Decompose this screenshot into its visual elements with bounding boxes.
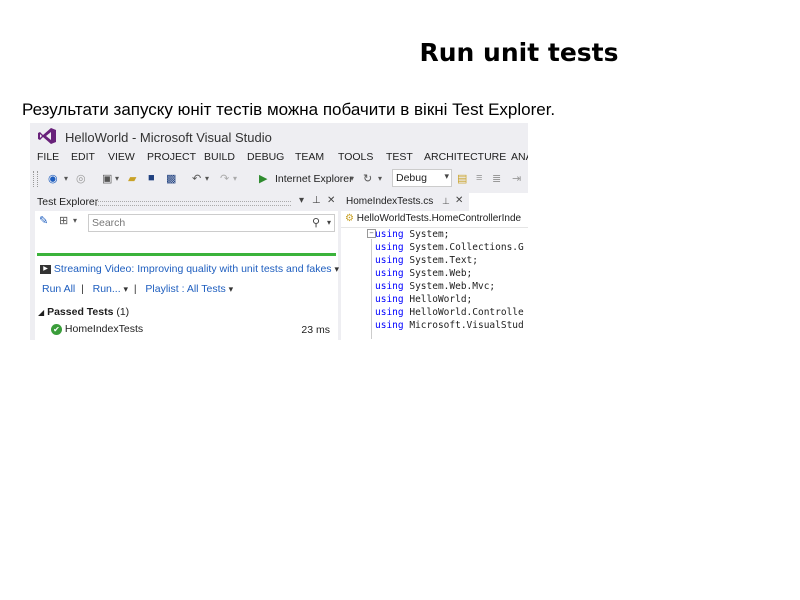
menu-project[interactable]: PROJECT — [147, 151, 196, 163]
run-target-dropdown-icon[interactable]: ▾ — [350, 174, 354, 183]
menu-edit[interactable]: EDIT — [71, 151, 95, 163]
comment-out-icon[interactable]: ≡ — [476, 172, 482, 184]
test-explorer-body: ✎ ⊞ ▾ Search ⚲ ▾ ▶ Streaming Video: Impr… — [35, 211, 339, 340]
menu-test[interactable]: TEST — [386, 151, 413, 163]
search-placeholder: Search — [92, 217, 126, 229]
close-icon[interactable]: ✕ — [455, 195, 463, 206]
code-line: using Microsoft.VisualStud — [375, 320, 524, 331]
close-icon[interactable]: ✕ — [327, 195, 335, 206]
visual-studio-logo-icon — [38, 128, 56, 144]
test-explorer-panel: Test Explorer ▾ ⊥ ✕ ✎ ⊞ ▾ Search ⚲ ▾ ▶ S… — [35, 193, 339, 340]
code-editor: HomeIndexTests.cs ⊥ ✕ ⚙ HelloWorldTests.… — [341, 193, 528, 340]
run-target-button[interactable]: Internet Explorer — [275, 173, 353, 185]
chevron-down-icon: ▾ — [444, 171, 449, 181]
test-explorer-title: Test Explorer — [37, 196, 99, 208]
test-duration: 23 ms — [301, 324, 330, 336]
visual-studio-screenshot: HelloWorld - Microsoft Visual Studio FIL… — [30, 123, 528, 340]
redo-icon[interactable]: ↷ — [220, 172, 229, 185]
code-line: using System.Text; — [375, 255, 478, 266]
group-label: Passed Tests — [47, 306, 114, 318]
indent-icon[interactable]: ⇥ — [512, 172, 521, 185]
menu-file[interactable]: FILE — [37, 151, 59, 163]
slide-subtitle: Результати запуску юніт тестів можна поб… — [22, 100, 556, 119]
streaming-video-link[interactable]: ▶ Streaming Video: Improving quality wit… — [40, 263, 339, 275]
test-name: HomeIndexTests — [64, 323, 144, 335]
menu-view[interactable]: VIEW — [108, 151, 135, 163]
editor-tab[interactable]: HomeIndexTests.cs ⊥ ✕ — [341, 193, 469, 211]
code-line: using System; — [375, 229, 450, 240]
save-all-icon[interactable]: ▩ — [166, 172, 176, 185]
test-status-bar — [37, 253, 336, 256]
passed-check-icon: ✔ — [51, 323, 62, 335]
configuration-select[interactable]: Debug ▾ — [392, 169, 452, 187]
new-project-icon[interactable]: ▣ — [102, 172, 112, 185]
standard-toolbar: ◉ ▾ ◎ ▣ ▾ ▰ ■ ▩ ↶ ▾ ↷ ▾ ▶ Internet Explo… — [30, 168, 528, 190]
separator: | — [78, 283, 90, 295]
window-title: HelloWorld - Microsoft Visual Studio — [65, 130, 272, 145]
new-dropdown-icon[interactable]: ▾ — [115, 174, 119, 183]
run-tests-after-build-icon[interactable]: ✎ — [39, 214, 48, 227]
pin-icon[interactable]: ⊥ — [312, 195, 321, 206]
test-item[interactable]: ✔ HomeIndexTests 23 ms — [51, 323, 336, 336]
search-input[interactable]: Search ⚲ ▾ — [88, 214, 335, 232]
menu-team[interactable]: TEAM — [295, 151, 324, 163]
run-actions: Run All | Run... ▾ | Playlist : All Test… — [42, 283, 233, 295]
configuration-value: Debug — [396, 172, 427, 184]
separator: | — [131, 283, 143, 295]
window-position-icon[interactable]: ▾ — [299, 195, 304, 206]
start-debugging-icon[interactable]: ▶ — [259, 172, 267, 185]
type-navigation-text: HelloWorldTests.HomeControllerInde — [356, 213, 522, 224]
menu-architecture[interactable]: ARCHITECTURE — [424, 151, 506, 163]
group-count: (1) — [116, 306, 130, 318]
type-navigation-label: ⚙ HelloWorldTests.HomeControllerInde — [345, 213, 521, 224]
menu-tools[interactable]: TOOLS — [338, 151, 373, 163]
chevron-down-icon[interactable]: ▾ — [334, 264, 339, 274]
test-explorer-header: Test Explorer ▾ ⊥ ✕ — [35, 193, 338, 211]
code-line: using System.Collections.G — [375, 242, 524, 253]
streaming-video-label: Streaming Video: Improving quality with … — [53, 263, 332, 275]
menu-analyze[interactable]: ANA — [511, 151, 528, 163]
expand-triangle-icon[interactable]: ◢ — [38, 308, 44, 317]
code-area[interactable]: − using System; using System.Collections… — [341, 229, 528, 340]
search-options-icon[interactable]: ▾ — [327, 218, 331, 227]
code-line: using System.Web.Mvc; — [375, 281, 496, 292]
save-icon[interactable]: ■ — [148, 172, 155, 184]
uncomment-icon[interactable]: ≣ — [492, 172, 501, 185]
group-by-dropdown-icon[interactable]: ▾ — [73, 216, 77, 225]
group-by-icon[interactable]: ⊞ — [59, 214, 68, 227]
run-all-link[interactable]: Run All — [42, 283, 75, 295]
undo-icon[interactable]: ↶ — [192, 172, 201, 185]
search-icon[interactable]: ⚲ — [312, 216, 320, 229]
open-file-icon[interactable]: ▰ — [128, 172, 136, 185]
title-bar: HelloWorld - Microsoft Visual Studio — [30, 123, 528, 147]
type-navigation-bar[interactable]: ⚙ HelloWorldTests.HomeControllerInde — [341, 211, 528, 228]
redo-dropdown-icon[interactable]: ▾ — [233, 174, 237, 183]
slide-title: Run unit tests — [419, 38, 619, 67]
code-line: using HelloWorld.Controlle — [375, 307, 524, 318]
class-icon: ⚙ — [345, 213, 354, 224]
back-dropdown-icon[interactable]: ▾ — [64, 174, 68, 183]
refresh-dropdown-icon[interactable]: ▾ — [378, 174, 382, 183]
outline-guide — [371, 239, 372, 339]
tab-label: HomeIndexTests.cs — [346, 196, 434, 207]
menu-debug[interactable]: DEBUG — [247, 151, 284, 163]
code-line: using System.Web; — [375, 268, 473, 279]
toolbar-grip[interactable] — [33, 171, 38, 187]
refresh-icon[interactable]: ↻ — [363, 172, 372, 185]
run-dropdown-icon[interactable]: ▾ — [124, 284, 129, 294]
undo-dropdown-icon[interactable]: ▾ — [205, 174, 209, 183]
playlist-dropdown-icon[interactable]: ▾ — [229, 284, 234, 294]
test-explorer-toolbar: ✎ ⊞ ▾ Search ⚲ ▾ — [35, 213, 338, 233]
playlist-link[interactable]: Playlist : All Tests — [145, 283, 225, 295]
navigate-forward-icon[interactable]: ◎ — [76, 172, 86, 185]
video-icon: ▶ — [40, 264, 51, 274]
code-line: using HelloWorld; — [375, 294, 473, 305]
navigate-back-icon[interactable]: ◉ — [48, 172, 58, 185]
panel-drag-handle[interactable] — [95, 201, 291, 206]
menu-build[interactable]: BUILD — [204, 151, 235, 163]
pin-icon[interactable]: ⊥ — [442, 196, 450, 207]
run-link[interactable]: Run... — [93, 283, 121, 295]
find-in-files-icon[interactable]: ▤ — [457, 172, 467, 185]
passed-tests-group[interactable]: ◢ Passed Tests (1) — [38, 306, 129, 318]
